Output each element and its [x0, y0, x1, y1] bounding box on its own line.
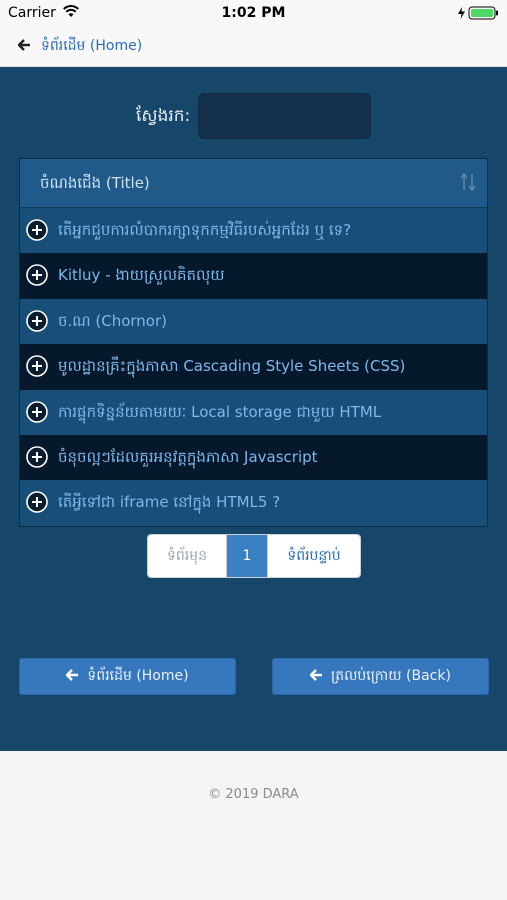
navigation-bar: ទំព័រដើម (Home) [0, 26, 507, 67]
current-page-button[interactable]: 1 [227, 535, 267, 577]
arrow-left-icon [17, 38, 31, 55]
column-header-title: ចំណងជើង (Title) [40, 174, 150, 192]
table-row[interactable]: ចំនុចល្អៗដែលគួរអនុវត្តក្នុងភាសា Javascri… [20, 434, 487, 481]
table-row[interactable]: តើអ្វីទៅជា iframe នៅក្នុង HTML5 ? [20, 480, 487, 526]
search-label: ស្វែងរក: [136, 106, 191, 126]
previous-page-button[interactable]: ទំព័រមុន [148, 535, 227, 577]
row-title[interactable]: តើអ្នកជួបការលំបាករក្សាទុកកម្មវិធីរបស់អ្ន… [58, 221, 351, 243]
plus-circle-icon[interactable] [26, 446, 48, 468]
table-header[interactable]: ចំណងជើង (Title) [20, 159, 487, 208]
table-row[interactable]: ការផ្ទុកទិន្នន័យតាមរយៈ Local storage ជាម… [20, 389, 487, 435]
plus-circle-icon[interactable] [26, 400, 48, 423]
table-row[interactable]: ច.ណ (Chornor) [20, 298, 487, 345]
search-input[interactable] [198, 93, 371, 139]
search-row: ស្វែងរក: [0, 93, 507, 141]
main-content: ស្វែងរក: ចំណងជើង (Title) តើអ្នកជួបការលំប… [0, 67, 507, 751]
table-row[interactable]: Kitluy - ងាយស្រួលគិតលុយ [20, 253, 487, 299]
home-button-label: ទំព័រដើម (Home) [87, 668, 189, 684]
plus-circle-icon[interactable] [26, 355, 48, 377]
clock-time: 1:02 PM [221, 5, 286, 21]
row-title[interactable]: ច.ណ (Chornor) [58, 312, 167, 334]
row-title[interactable]: មូលដ្ឋានគ្រឹះក្នុងភាសា Cascading Style S… [58, 357, 405, 379]
back-button-label: ត្រលប់ក្រោយ (Back) [331, 668, 451, 684]
articles-table: ចំណងជើង (Title) តើអ្នកជួបការលំបាករក្សាទុ… [19, 158, 488, 527]
table-row[interactable]: មូលដ្ឋានគ្រឹះក្នុងភាសា Cascading Style S… [20, 344, 487, 390]
status-bar: Carrier 1:02 PM [0, 0, 507, 26]
row-title[interactable]: ចំនុចល្អៗដែលគួរអនុវត្តក្នុងភាសា Javascri… [58, 448, 318, 470]
next-page-button[interactable]: ទំព័របន្ទាប់ [267, 535, 360, 577]
plus-circle-icon[interactable] [26, 219, 48, 241]
back-button[interactable]: ត្រលប់ក្រោយ (Back) [272, 658, 489, 695]
arrow-left-icon [65, 668, 79, 685]
row-title[interactable]: ការផ្ទុកទិន្នន័យតាមរយៈ Local storage ជាម… [58, 403, 381, 425]
pagination: ទំព័រមុន 1 ទំព័របន្ទាប់ [147, 534, 361, 578]
sort-icon[interactable] [459, 172, 477, 196]
nav-home-label: ទំព័រដើម (Home) [41, 38, 143, 54]
arrow-left-icon [309, 668, 323, 685]
table-row[interactable]: តើអ្នកជួបការលំបាករក្សាទុកកម្មវិធីរបស់អ្ន… [20, 208, 487, 254]
plus-circle-icon[interactable] [26, 309, 48, 332]
row-title[interactable]: Kitluy - ងាយស្រួលគិតលុយ [58, 266, 225, 288]
copyright-text: © 2019 DARA [208, 787, 299, 802]
plus-circle-icon[interactable] [26, 264, 48, 287]
row-title[interactable]: តើអ្វីទៅជា iframe នៅក្នុង HTML5 ? [58, 493, 280, 515]
home-button[interactable]: ទំព័រដើម (Home) [19, 658, 236, 695]
plus-circle-icon[interactable] [26, 491, 48, 514]
footer: © 2019 DARA [0, 751, 507, 900]
battery-icon [457, 6, 499, 20]
nav-home-link[interactable]: ទំព័រដើម (Home) [17, 36, 143, 57]
